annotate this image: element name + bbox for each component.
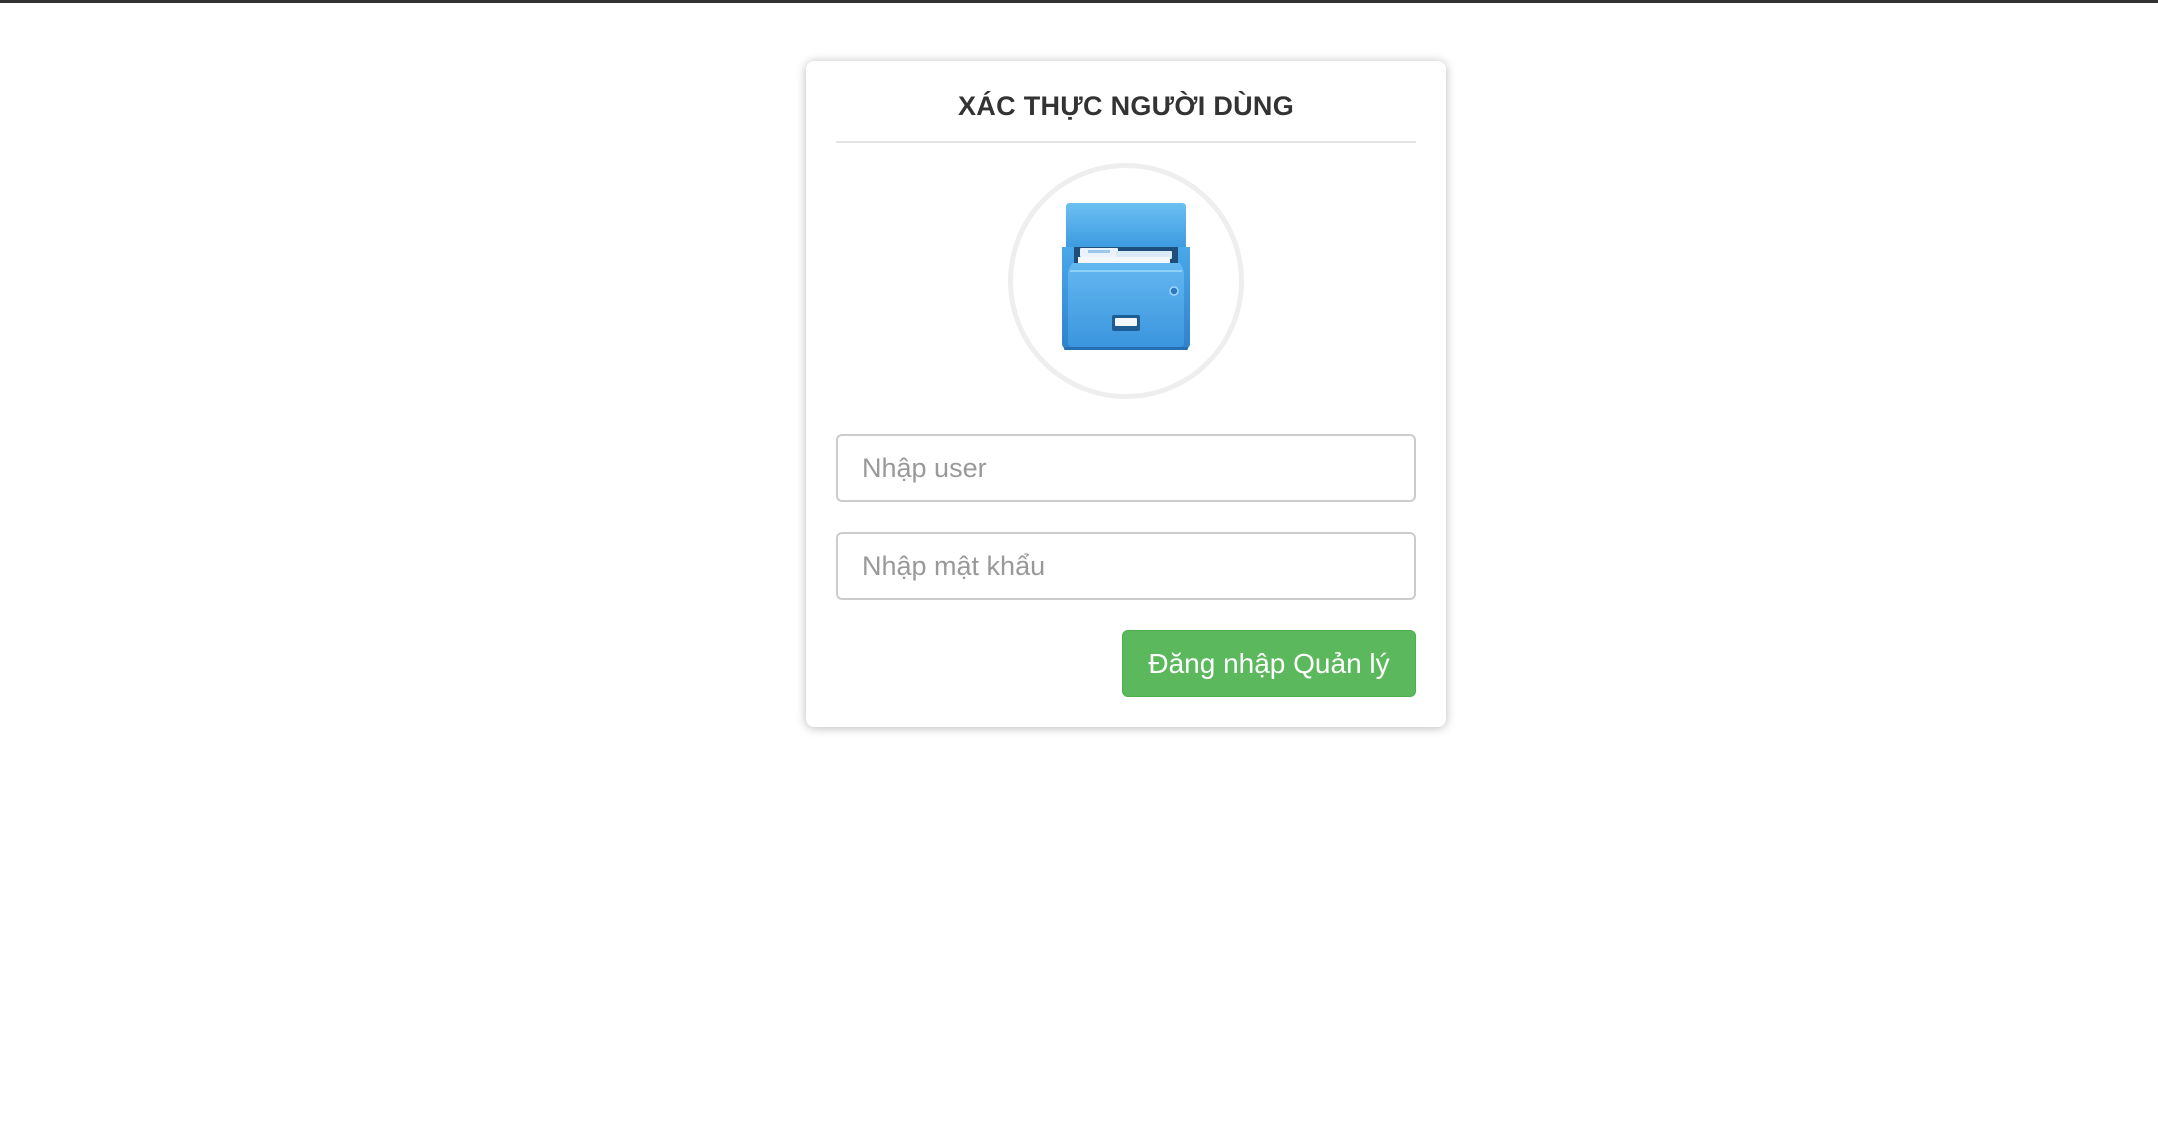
user-input[interactable]	[836, 434, 1416, 502]
login-button[interactable]: Đăng nhập Quản lý	[1122, 630, 1416, 697]
avatar	[1008, 163, 1244, 399]
file-cabinet-icon	[1062, 203, 1190, 350]
title-divider	[836, 141, 1416, 143]
window-top-border	[0, 0, 2158, 3]
password-input[interactable]	[836, 532, 1416, 600]
page-title: XÁC THỰC NGƯỜI DÙNG	[957, 91, 1295, 121]
login-card: XÁC THỰC NGƯỜI DÙNG Nhập user Đăng nhập …	[806, 61, 1446, 727]
